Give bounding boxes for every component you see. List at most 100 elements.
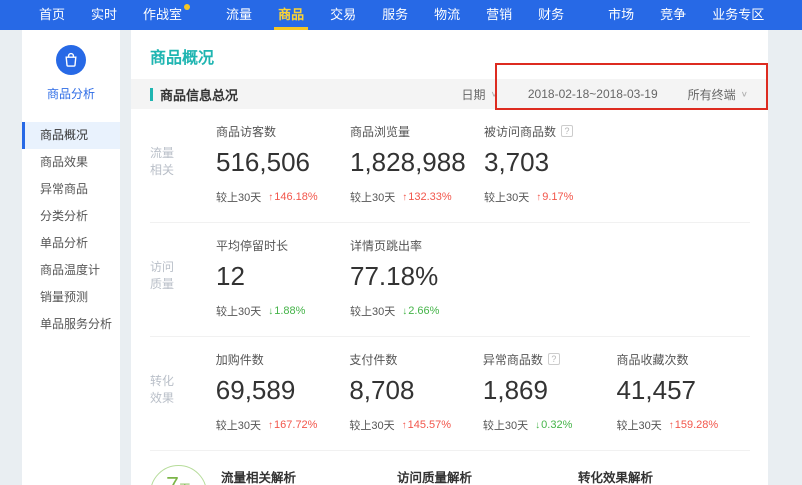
metric-value: 3,703 xyxy=(484,147,618,178)
metric-delta: 较上30天 ↑145.57% xyxy=(349,417,483,433)
arrow-up-icon: ↑ xyxy=(669,420,674,431)
metric-card-cart-adds: 加购件数 69,589 较上30天 ↑167.72% xyxy=(216,350,350,433)
sidebar: 商品分析 商品概况 商品效果 异常商品 分类分析 单品分析 商品温度计 销量预测… xyxy=(22,30,120,485)
metric-delta: 较上30天 ↑146.18% xyxy=(216,189,350,205)
insight-conversion: 转化效果解析 加购转化率表现还不错，但支付转化率低于同行平均，赶快到异常商品并结… xyxy=(578,460,760,485)
metric-card-favorites: 商品收藏次数 41,457 较上30天 ↑159.28% xyxy=(616,350,750,433)
arrow-up-icon: ↑ xyxy=(268,192,273,203)
metrics-panel: 流量相关 商品访客数 516,506 较上30天 ↑146.18% 商品浏览量 … xyxy=(131,109,768,451)
date-type-dropdown[interactable]: 日期 ∨ xyxy=(462,86,498,103)
insights-section: 7天 数据解读 流量相关解析 访问质量解析 虽然商品详情页日均跳出率比同行平均好… xyxy=(131,451,768,485)
metric-delta: 较上30天 ↓1.88% xyxy=(216,303,350,319)
metric-label: 商品收藏次数 xyxy=(616,350,750,368)
chevron-down-icon: ∨ xyxy=(741,90,748,99)
help-icon[interactable]: ? xyxy=(561,125,573,137)
metric-delta: 较上30天 ↑132.33% xyxy=(350,189,484,205)
nav-item-competition[interactable]: 竞争 xyxy=(647,0,699,30)
row-group-label: 访问质量 xyxy=(150,236,216,319)
metric-value: 41,457 xyxy=(616,375,750,406)
metric-row-visit-quality: 访问质量 平均停留时长 12 较上30天 ↓1.88% 详情页跳出率 77.18… xyxy=(150,223,750,337)
nav-item-trade[interactable]: 交易 xyxy=(317,0,369,30)
metric-value: 1,828,988 xyxy=(350,147,484,178)
nav-item-realtime[interactable]: 实时 xyxy=(78,0,130,30)
metric-delta: 较上30天 ↑167.72% xyxy=(216,417,350,433)
sidebar-group-title: 商品分析 xyxy=(22,85,120,102)
sidebar-item-goods-thermometer[interactable]: 商品温度计 xyxy=(22,257,120,284)
metric-delta: 较上30天 ↓2.66% xyxy=(350,303,484,319)
shopping-bag-icon xyxy=(56,45,86,75)
metric-row-conversion: 转化效果 加购件数 69,589 较上30天 ↑167.72% 支付件数 8,7… xyxy=(150,337,750,451)
nav-item-logistics[interactable]: 物流 xyxy=(421,0,473,30)
metric-label: 被访问商品数? xyxy=(484,122,618,140)
metric-card-abnormal-items: 异常商品数? 1,869 较上30天 ↓0.32% xyxy=(483,350,617,433)
data-interpretation-badge: 7天 数据解读 xyxy=(150,465,207,485)
arrow-up-icon: ↑ xyxy=(402,420,407,431)
sidebar-item-goods-effect[interactable]: 商品效果 xyxy=(22,149,120,176)
metric-value: 8,708 xyxy=(349,375,483,406)
metric-value: 1,869 xyxy=(483,375,617,406)
insight-title: 访问质量解析 xyxy=(397,460,562,485)
metric-label: 平均停留时长 xyxy=(216,236,350,254)
help-icon[interactable]: ? xyxy=(548,353,560,365)
metric-card-paid-items: 支付件数 8,708 较上30天 ↑145.57% xyxy=(349,350,483,433)
metric-card-avg-stay: 平均停留时长 12 较上30天 ↓1.88% xyxy=(216,236,350,319)
nav-item-market[interactable]: 市场 xyxy=(595,0,647,30)
insight-title: 流量相关解析 xyxy=(221,460,379,485)
sidebar-header: 商品分析 xyxy=(22,30,120,102)
insight-traffic: 流量相关解析 xyxy=(221,460,379,485)
dashboard-page: 首页 实时 作战室 流量 商品 交易 服务 物流 营销 财务 市场 竞争 业务专… xyxy=(0,0,802,485)
arrow-down-icon: ↓ xyxy=(535,420,540,431)
sidebar-item-category-analysis[interactable]: 分类分析 xyxy=(22,203,120,230)
sidebar-item-goods-overview[interactable]: 商品概况 xyxy=(22,122,120,149)
filter-bar: 日期 ∨ 2018-02-18~2018-03-19 所有终端 ∨ xyxy=(462,86,754,103)
metric-delta: 较上30天 ↑159.28% xyxy=(616,417,750,433)
date-range-value[interactable]: 2018-02-18~2018-03-19 xyxy=(528,87,658,101)
page-title: 商品概况 xyxy=(131,30,768,79)
nav-item-data-extract[interactable]: 取数 xyxy=(795,0,802,30)
sidebar-item-abnormal-goods[interactable]: 异常商品 xyxy=(22,176,120,203)
metric-value: 516,506 xyxy=(216,147,350,178)
section-header: 商品信息总况 日期 ∨ 2018-02-18~2018-03-19 所有终端 ∨ xyxy=(131,79,768,109)
metric-label: 支付件数 xyxy=(349,350,483,368)
nav-item-business-zone[interactable]: 业务专区 xyxy=(699,0,777,30)
nav-item-war-room[interactable]: 作战室 xyxy=(130,0,195,30)
metric-label: 加购件数 xyxy=(216,350,350,368)
metric-delta: 较上30天 ↓0.32% xyxy=(483,417,617,433)
sidebar-menu: 商品概况 商品效果 异常商品 分类分析 单品分析 商品温度计 销量预测 单品服务… xyxy=(22,122,120,338)
main-panel: 商品概况 商品信息总况 日期 ∨ 2018-02-18~2018-03-19 所… xyxy=(131,30,768,485)
arrow-down-icon: ↓ xyxy=(402,306,407,317)
metric-label: 商品浏览量 xyxy=(350,122,484,140)
row-group-label: 转化效果 xyxy=(150,350,216,433)
accent-bar xyxy=(150,88,153,101)
metric-card-bounce-rate: 详情页跳出率 77.18% 较上30天 ↓2.66% xyxy=(350,236,484,319)
nav-item-service[interactable]: 服务 xyxy=(369,0,421,30)
nav-item-finance[interactable]: 财务 xyxy=(525,0,577,30)
metric-value: 69,589 xyxy=(216,375,350,406)
nav-item-home[interactable]: 首页 xyxy=(26,0,78,30)
metric-delta: 较上30天 ↑9.17% xyxy=(484,189,618,205)
metric-label: 详情页跳出率 xyxy=(350,236,484,254)
row-group-label: 流量相关 xyxy=(150,122,216,205)
nav-item-marketing[interactable]: 营销 xyxy=(473,0,525,30)
notification-dot xyxy=(184,4,190,10)
sidebar-item-single-item-service[interactable]: 单品服务分析 xyxy=(22,311,120,338)
metric-card-visitors: 商品访客数 516,506 较上30天 ↑146.18% xyxy=(216,122,350,205)
metric-label: 异常商品数? xyxy=(483,350,617,368)
arrow-down-icon: ↓ xyxy=(268,306,273,317)
metric-label: 商品访客数 xyxy=(216,122,350,140)
metric-card-pageviews: 商品浏览量 1,828,988 较上30天 ↑132.33% xyxy=(350,122,484,205)
sidebar-item-single-item-analysis[interactable]: 单品分析 xyxy=(22,230,120,257)
nav-item-traffic[interactable]: 流量 xyxy=(213,0,265,30)
metric-card-visited-items: 被访问商品数? 3,703 较上30天 ↑9.17% xyxy=(484,122,618,205)
insight-visit-quality: 访问质量解析 虽然商品详情页日均跳出率比同行平均好，但平均停留时间低于同行平均，… xyxy=(397,460,562,485)
nav-item-goods[interactable]: 商品 xyxy=(265,0,317,30)
metric-value: 77.18% xyxy=(350,261,484,292)
sidebar-item-sales-forecast[interactable]: 销量预测 xyxy=(22,284,120,311)
insight-title: 转化效果解析 xyxy=(578,460,760,485)
metric-value: 12 xyxy=(216,261,350,292)
terminal-dropdown[interactable]: 所有终端 ∨ xyxy=(688,86,748,103)
arrow-up-icon: ↑ xyxy=(268,420,273,431)
chevron-down-icon: ∨ xyxy=(491,90,498,99)
arrow-up-icon: ↑ xyxy=(402,192,407,203)
metric-row-traffic: 流量相关 商品访客数 516,506 较上30天 ↑146.18% 商品浏览量 … xyxy=(150,109,750,223)
